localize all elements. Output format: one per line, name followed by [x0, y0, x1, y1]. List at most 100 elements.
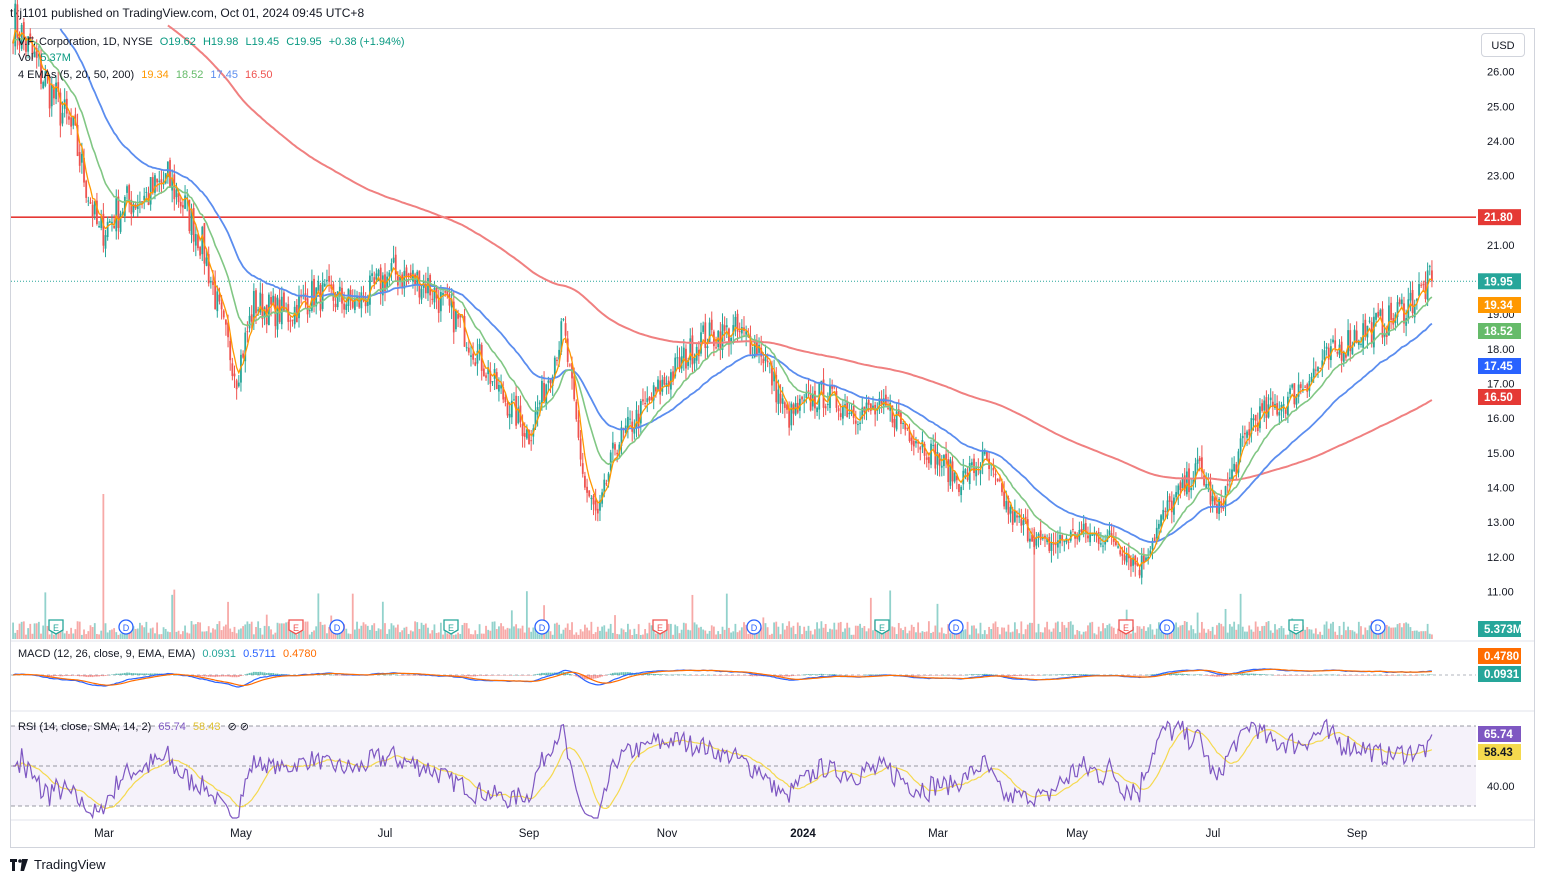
- candle: [940, 465, 943, 468]
- macd-histogram-bar: [123, 672, 126, 675]
- volume-bar: [1198, 632, 1201, 639]
- volume-bar: [723, 629, 726, 639]
- candle: [108, 221, 111, 223]
- volume-bar: [603, 625, 606, 639]
- volume-bar: [1084, 631, 1087, 639]
- macd-histogram-bar: [917, 675, 920, 676]
- macd-histogram-bar: [867, 674, 870, 675]
- volume-bar: [1001, 627, 1003, 639]
- macd-histogram-bar: [205, 675, 208, 677]
- candle: [465, 347, 468, 349]
- volume-bar: [1415, 630, 1418, 639]
- volume-bar: [1112, 627, 1115, 639]
- candle: [740, 327, 743, 334]
- candle: [250, 314, 253, 322]
- volume-bar: [1428, 633, 1431, 639]
- macd-histogram-bar: [747, 675, 750, 676]
- macd-histogram-bar: [267, 672, 270, 675]
- volume-bar: [98, 634, 100, 639]
- macd-histogram-bar: [670, 674, 672, 676]
- macd-histogram-bar: [730, 675, 733, 676]
- volume-bar: [407, 633, 410, 639]
- macd-histogram-bar: [1368, 674, 1371, 676]
- volume-bar: [65, 630, 68, 639]
- volume-bar: [1018, 633, 1021, 639]
- macd-hist-axis-badge-label: 0.0931: [1484, 669, 1520, 681]
- candle: [145, 191, 148, 193]
- volume-bar: [633, 628, 636, 639]
- volume-bar: [508, 628, 511, 639]
- ema50-badge-label: 17.45: [1484, 361, 1513, 373]
- volume-bar: [884, 632, 887, 639]
- volume-bar: [990, 629, 993, 639]
- ema50-line: [59, 28, 1433, 543]
- candle: [766, 360, 769, 363]
- macd-histogram-bar: [801, 674, 803, 676]
- volume-bar: [1252, 631, 1255, 639]
- volume-bar: [1411, 630, 1414, 639]
- macd-histogram-bar: [100, 675, 103, 677]
- volume-bar: [366, 625, 369, 639]
- macd-histogram-bar: [753, 675, 756, 677]
- macd-histogram-bar: [975, 674, 978, 675]
- macd-histogram-bar: [1431, 674, 1433, 676]
- price-tick-label: 13.00: [1487, 517, 1515, 529]
- volume-bar: [16, 630, 19, 639]
- macd-histogram-bar: [519, 675, 522, 676]
- candle: [1243, 432, 1246, 435]
- candle: [562, 319, 565, 321]
- macd-histogram-bar: [603, 675, 606, 676]
- macd-histogram-bar: [1286, 675, 1289, 676]
- macd-histogram-bar: [648, 673, 651, 675]
- currency-button[interactable]: USD: [1481, 33, 1525, 57]
- macd-histogram-bar: [1415, 675, 1418, 676]
- ema200-value: 16.50: [245, 69, 273, 81]
- volume-bar: [498, 626, 500, 639]
- macd-histogram-bar: [119, 673, 122, 675]
- candle: [777, 389, 780, 405]
- volume-bar: [276, 622, 279, 639]
- volume-bar: [502, 626, 505, 639]
- macd-histogram-bar: [87, 675, 90, 678]
- candle: [1422, 284, 1425, 286]
- volume-bar: [384, 623, 386, 639]
- macd-histogram-bar: [590, 675, 593, 680]
- volume-bar: [736, 632, 739, 639]
- volume-bar: [790, 627, 793, 639]
- candle: [1372, 316, 1375, 348]
- macd-histogram-bar: [1046, 674, 1049, 676]
- macd-histogram-bar: [859, 675, 861, 676]
- ohlc-change: +0.38 (+1.94%): [328, 36, 405, 48]
- volume-bar: [119, 633, 122, 639]
- macd-histogram-bar: [136, 673, 139, 675]
- volume-bar: [689, 630, 692, 639]
- symbol-legend: V.F. Corporation, 1D, NYSE O19.62 H19.98…: [18, 36, 409, 48]
- volume-bar: [222, 626, 225, 639]
- volume-bar: [1142, 626, 1145, 639]
- macd-histogram-bar: [328, 674, 330, 675]
- volume-bar: [687, 629, 690, 639]
- macd-histogram-bar: [1050, 674, 1053, 676]
- footer-brand[interactable]: TradingView: [10, 857, 106, 872]
- macd-histogram-bar: [986, 673, 988, 675]
- candle: [126, 186, 128, 193]
- volume-bar: [96, 633, 98, 639]
- macd-histogram-bar: [1031, 675, 1033, 676]
- volume-bar: [1263, 625, 1266, 639]
- macd-histogram-bar: [525, 675, 528, 676]
- macd-histogram-bar: [108, 674, 111, 676]
- chart-canvas[interactable]: 26.0025.0024.0023.0021.0020.0019.0018.00…: [0, 0, 1545, 883]
- ohlc-close: C19.95: [286, 36, 322, 48]
- macd-histogram-bar: [1005, 675, 1008, 676]
- candle: [575, 401, 578, 420]
- volume-bar: [1368, 625, 1371, 639]
- macd-histogram-bar: [478, 675, 481, 676]
- volume-bar: [1185, 621, 1188, 639]
- volume-bar: [1398, 623, 1401, 639]
- volume-bar: [721, 626, 724, 639]
- volume-bar: [609, 623, 612, 639]
- volume-bar: [783, 629, 786, 639]
- volume-bar: [654, 633, 657, 639]
- event-marker-label: E: [1123, 623, 1129, 633]
- macd-histogram-bar: [104, 675, 107, 676]
